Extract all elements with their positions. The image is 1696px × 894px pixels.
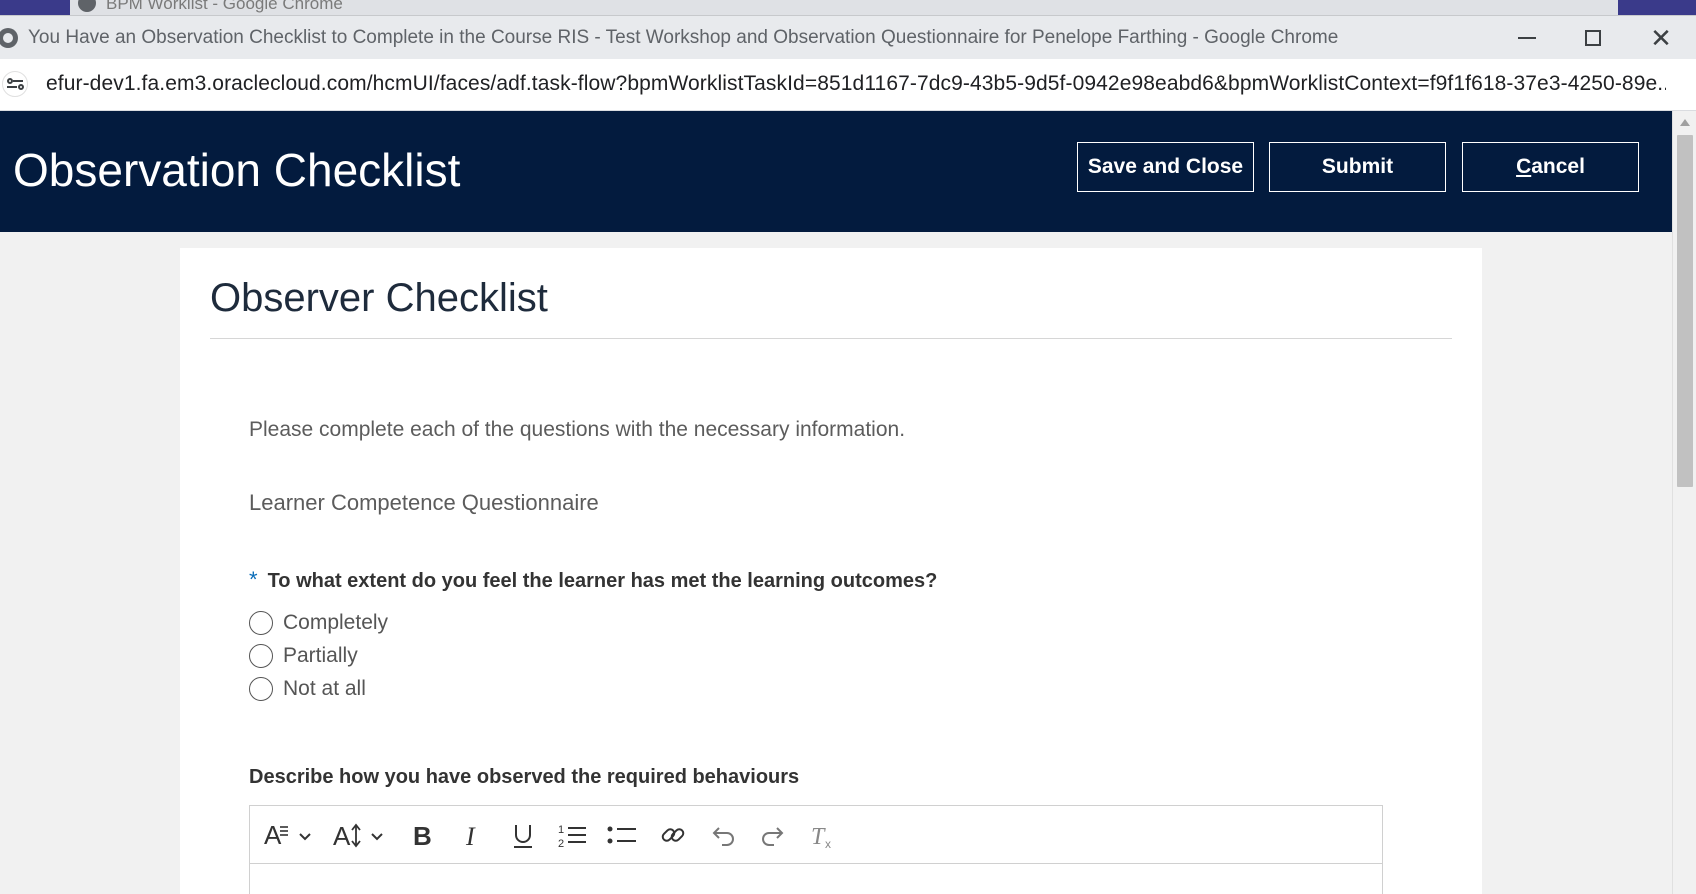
close-icon: ✕ (1650, 22, 1672, 53)
radio-option-not-at-all[interactable]: Not at all (249, 674, 366, 704)
question-learning-outcomes: * To what extent do you feel the learner … (249, 567, 937, 593)
scrollbar-thumb[interactable] (1677, 135, 1693, 487)
radio-label[interactable]: Partially (283, 644, 358, 668)
window-title-bar: You Have an Observation Checklist to Com… (0, 15, 1696, 59)
cancel-mnemonic: C (1516, 155, 1532, 178)
close-button[interactable]: ✕ (1626, 16, 1696, 60)
svg-text:A: A (264, 820, 282, 850)
undo-icon[interactable] (708, 818, 738, 852)
address-bar: efur-dev1.fa.em3.oraclecloud.com/hcmUI/f… (0, 59, 1696, 111)
underline-icon[interactable] (508, 818, 538, 852)
radio-label[interactable]: Not at all (283, 677, 366, 701)
panel-title: Observer Checklist (210, 276, 548, 320)
font-size-icon[interactable]: A (332, 818, 388, 852)
scroll-up-arrow-icon[interactable] (1680, 119, 1690, 126)
editor-toolbar: A A B I 1 2 T x (250, 806, 1382, 864)
required-indicator: * (249, 567, 258, 592)
background-window-tab[interactable]: BPM Worklist - Google Chrome ✕ (70, 0, 1618, 15)
maximize-button[interactable] (1558, 16, 1628, 60)
cancel-button[interactable]: Cancel (1462, 142, 1639, 192)
page-title: Observation Checklist (13, 144, 461, 196)
url-field[interactable]: efur-dev1.fa.em3.oraclecloud.com/hcmUI/f… (46, 72, 1666, 96)
divider (210, 338, 1452, 339)
italic-icon[interactable]: I (458, 818, 488, 852)
radio-option-completely[interactable]: Completely (249, 608, 388, 638)
minimize-button[interactable] (1492, 16, 1562, 60)
describe-behaviours-label: Describe how you have observed the requi… (249, 766, 800, 788)
radio-button[interactable] (249, 677, 273, 701)
question-text: To what extent do you feel the learner h… (267, 570, 938, 592)
cancel-label-rest: ancel (1531, 155, 1585, 178)
window-title: You Have an Observation Checklist to Com… (28, 27, 1339, 48)
app-header: Observation Checklist Save and Close Sub… (0, 111, 1672, 232)
svg-text:x: x (825, 837, 831, 850)
clear-format-icon[interactable]: T x (808, 818, 838, 852)
background-window-title: BPM Worklist - Google Chrome (106, 0, 343, 13)
svg-text:I: I (465, 822, 476, 850)
submit-button[interactable]: Submit (1269, 142, 1446, 192)
section-heading: Learner Competence Questionnaire (249, 490, 599, 515)
site-info-icon[interactable] (2, 71, 28, 97)
vertical-scrollbar[interactable] (1672, 111, 1696, 894)
svg-text:2: 2 (558, 838, 564, 850)
instruction-text: Please complete each of the questions wi… (249, 418, 906, 441)
globe-icon (78, 0, 96, 12)
svg-text:B: B (413, 821, 432, 850)
radio-button[interactable] (249, 611, 273, 635)
svg-text:A: A (333, 821, 351, 850)
font-family-icon[interactable]: A (262, 818, 314, 852)
bold-icon[interactable]: B (408, 818, 438, 852)
minimize-icon (1518, 37, 1536, 39)
radio-button[interactable] (249, 644, 273, 668)
save-and-close-button[interactable]: Save and Close (1077, 142, 1254, 192)
svg-text:1: 1 (558, 824, 564, 836)
ordered-list-icon[interactable]: 1 2 (556, 818, 588, 852)
background-window-strip: BPM Worklist - Google Chrome ✕ (0, 0, 1696, 15)
bullet-list-icon[interactable] (606, 818, 638, 852)
maximize-icon (1585, 30, 1601, 46)
link-icon[interactable] (658, 818, 688, 852)
observer-checklist-panel: Observer Checklist Please complete each … (180, 248, 1482, 894)
rich-text-editor[interactable]: A A B I 1 2 T x (249, 805, 1383, 894)
radio-option-partially[interactable]: Partially (249, 641, 358, 671)
radio-label[interactable]: Completely (283, 611, 388, 635)
svg-text:T: T (811, 824, 826, 850)
globe-icon (0, 28, 18, 48)
redo-icon[interactable] (758, 818, 788, 852)
